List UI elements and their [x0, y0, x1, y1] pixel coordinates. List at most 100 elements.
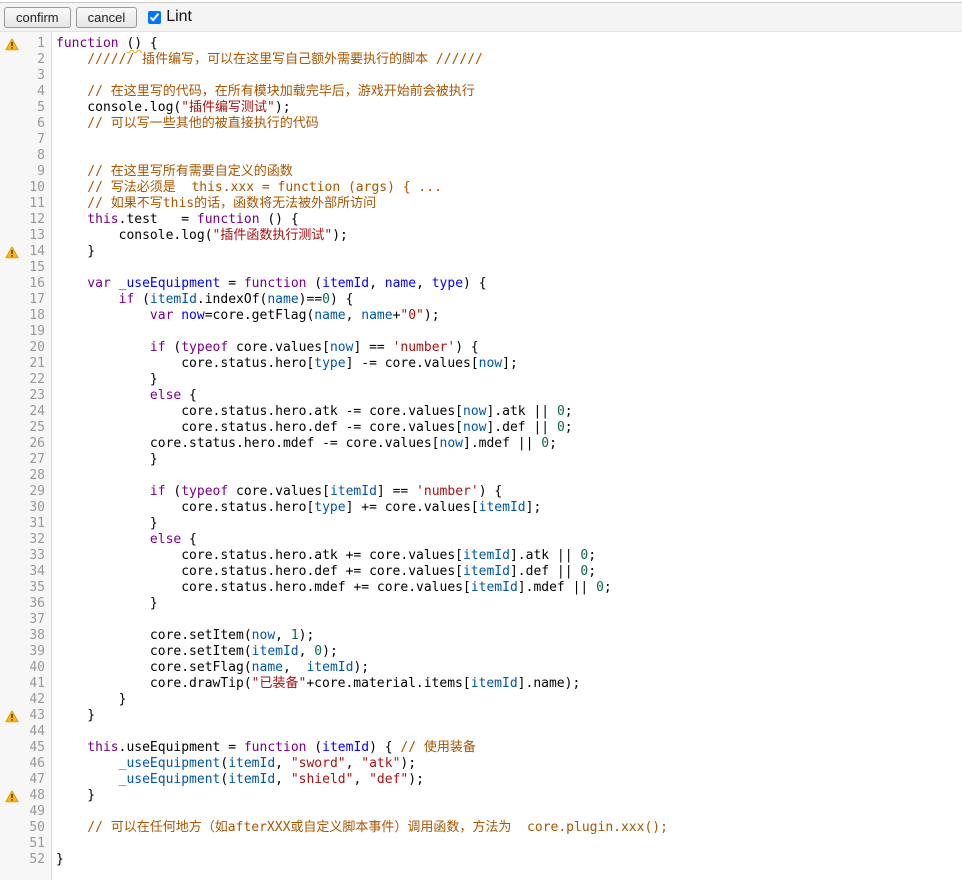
gutter-marker-empty: [0, 628, 24, 644]
code-line[interactable]: 25 core.status.hero.def -= core.values[n…: [0, 420, 962, 436]
line-number: 3: [24, 68, 48, 84]
code-line[interactable]: 11 // 如果不写this的话，函数将无法被外部所访问: [0, 196, 962, 212]
line-number: 33: [24, 548, 48, 564]
code-line[interactable]: 45 this.useEquipment = function (itemId)…: [0, 740, 962, 756]
cancel-button[interactable]: cancel: [76, 7, 138, 28]
code-line[interactable]: 23 else {: [0, 388, 962, 404]
code-line[interactable]: 39 core.setItem(itemId, 0);: [0, 644, 962, 660]
line-number: 10: [24, 180, 48, 196]
gutter-marker-empty: [0, 612, 24, 628]
code-line[interactable]: 5 console.log("插件编写测试");: [0, 100, 962, 116]
code-line-text: core.setFlag(name, itemId);: [48, 660, 369, 676]
line-number: 8: [24, 148, 48, 164]
code-line[interactable]: 21 core.status.hero[type] -= core.values…: [0, 356, 962, 372]
code-line-text: var _useEquipment = function (itemId, na…: [48, 276, 487, 292]
code-line[interactable]: 2 ////// 插件编写，可以在这里写自己额外需要执行的脚本 //////: [0, 52, 962, 68]
code-line[interactable]: 24 core.status.hero.atk -= core.values[n…: [0, 404, 962, 420]
lint-warning-icon: [0, 244, 24, 260]
code-line[interactable]: 38 core.setItem(now, 1);: [0, 628, 962, 644]
gutter-marker-empty: [0, 324, 24, 340]
code-line-text: core.setItem(now, 1);: [48, 628, 314, 644]
gutter-marker-empty: [0, 740, 24, 756]
code-line[interactable]: 35 core.status.hero.mdef += core.values[…: [0, 580, 962, 596]
line-number: 12: [24, 212, 48, 228]
code-line[interactable]: 51: [0, 836, 962, 852]
code-line[interactable]: 26 core.status.hero.mdef -= core.values[…: [0, 436, 962, 452]
code-line[interactable]: 9 // 在这里写所有需要自定义的函数: [0, 164, 962, 180]
code-line[interactable]: 33 core.status.hero.atk += core.values[i…: [0, 548, 962, 564]
code-line-text: }: [48, 372, 158, 388]
code-line[interactable]: 49: [0, 804, 962, 820]
gutter-marker-empty: [0, 372, 24, 388]
code-line[interactable]: 34 core.status.hero.def += core.values[i…: [0, 564, 962, 580]
gutter-marker-empty: [0, 596, 24, 612]
code-line[interactable]: 37: [0, 612, 962, 628]
gutter-marker-empty: [0, 340, 24, 356]
gutter-marker-empty: [0, 68, 24, 84]
code-line[interactable]: 32 else {: [0, 532, 962, 548]
gutter-marker-empty: [0, 116, 24, 132]
line-number: 26: [24, 436, 48, 452]
code-line[interactable]: 31 }: [0, 516, 962, 532]
lint-toggle: Lint: [148, 8, 192, 26]
code-line[interactable]: 48 }: [0, 788, 962, 804]
code-line[interactable]: 50 // 可以在任何地方（如afterXXX或自定义脚本事件）调用函数，方法为…: [0, 820, 962, 836]
lint-warning-icon: [0, 788, 24, 804]
code-line[interactable]: 13 console.log("插件函数执行测试");: [0, 228, 962, 244]
code-line[interactable]: 3: [0, 68, 962, 84]
code-line[interactable]: 1function () {: [0, 36, 962, 52]
code-line[interactable]: 14 }: [0, 244, 962, 260]
code-line[interactable]: 44: [0, 724, 962, 740]
line-number: 37: [24, 612, 48, 628]
lint-checkbox[interactable]: [148, 11, 161, 24]
code-line-text: // 可以在任何地方（如afterXXX或自定义脚本事件）调用函数，方法为 co…: [48, 820, 668, 836]
code-editor[interactable]: 1function () {2 ////// 插件编写，可以在这里写自己额外需要…: [0, 32, 962, 880]
warning-triangle-icon: [5, 38, 19, 51]
code-line[interactable]: 47 _useEquipment(itemId, "shield", "def"…: [0, 772, 962, 788]
code-line-text: var now=core.getFlag(name, name+"0");: [48, 308, 440, 324]
code-line[interactable]: 12 this.test = function () {: [0, 212, 962, 228]
code-line[interactable]: 36 }: [0, 596, 962, 612]
gutter-marker-empty: [0, 84, 24, 100]
code-line[interactable]: 30 core.status.hero[type] += core.values…: [0, 500, 962, 516]
gutter-marker-empty: [0, 500, 24, 516]
code-line[interactable]: 46 _useEquipment(itemId, "sword", "atk")…: [0, 756, 962, 772]
code-line[interactable]: 10 // 写法必须是 this.xxx = function (args) {…: [0, 180, 962, 196]
code-line[interactable]: 6 // 可以写一些其他的被直接执行的代码: [0, 116, 962, 132]
lint-label[interactable]: Lint: [166, 8, 192, 26]
code-line[interactable]: 17 if (itemId.indexOf(name)==0) {: [0, 292, 962, 308]
code-line[interactable]: 7: [0, 132, 962, 148]
code-line[interactable]: 22 }: [0, 372, 962, 388]
code-line[interactable]: 16 var _useEquipment = function (itemId,…: [0, 276, 962, 292]
code-line[interactable]: 18 var now=core.getFlag(name, name+"0");: [0, 308, 962, 324]
line-number: 52: [24, 852, 48, 868]
code-line[interactable]: 8: [0, 148, 962, 164]
code-line[interactable]: 28: [0, 468, 962, 484]
warning-triangle-icon: [5, 710, 19, 723]
gutter-marker-empty: [0, 420, 24, 436]
code-line[interactable]: 27 }: [0, 452, 962, 468]
code-line[interactable]: 15: [0, 260, 962, 276]
code-line[interactable]: 40 core.setFlag(name, itemId);: [0, 660, 962, 676]
code-line-text: // 在这里写所有需要自定义的函数: [48, 164, 293, 180]
code-line-text: if (typeof core.values[now] == 'number')…: [48, 340, 479, 356]
code-line[interactable]: 52}: [0, 852, 962, 868]
code-line[interactable]: 19: [0, 324, 962, 340]
gutter-marker-empty: [0, 468, 24, 484]
code-line[interactable]: 43 }: [0, 708, 962, 724]
code-line[interactable]: 29 if (typeof core.values[itemId] == 'nu…: [0, 484, 962, 500]
code-line-text: ////// 插件编写，可以在这里写自己额外需要执行的脚本 //////: [48, 52, 483, 68]
line-number: 45: [24, 740, 48, 756]
gutter-marker-empty: [0, 644, 24, 660]
code-line[interactable]: 41 core.drawTip("已装备"+core.material.item…: [0, 676, 962, 692]
gutter-marker-empty: [0, 276, 24, 292]
code-line-text: // 写法必须是 this.xxx = function (args) { ..…: [48, 180, 442, 196]
code-line[interactable]: 20 if (typeof core.values[now] == 'numbe…: [0, 340, 962, 356]
code-line[interactable]: 42 }: [0, 692, 962, 708]
line-number: 27: [24, 452, 48, 468]
gutter-marker-empty: [0, 452, 24, 468]
confirm-button[interactable]: confirm: [4, 7, 71, 28]
lint-warning-icon: [0, 708, 24, 724]
code-line[interactable]: 4 // 在这里写的代码，在所有模块加载完毕后，游戏开始前会被执行: [0, 84, 962, 100]
code-line-text: if (typeof core.values[itemId] == 'numbe…: [48, 484, 502, 500]
